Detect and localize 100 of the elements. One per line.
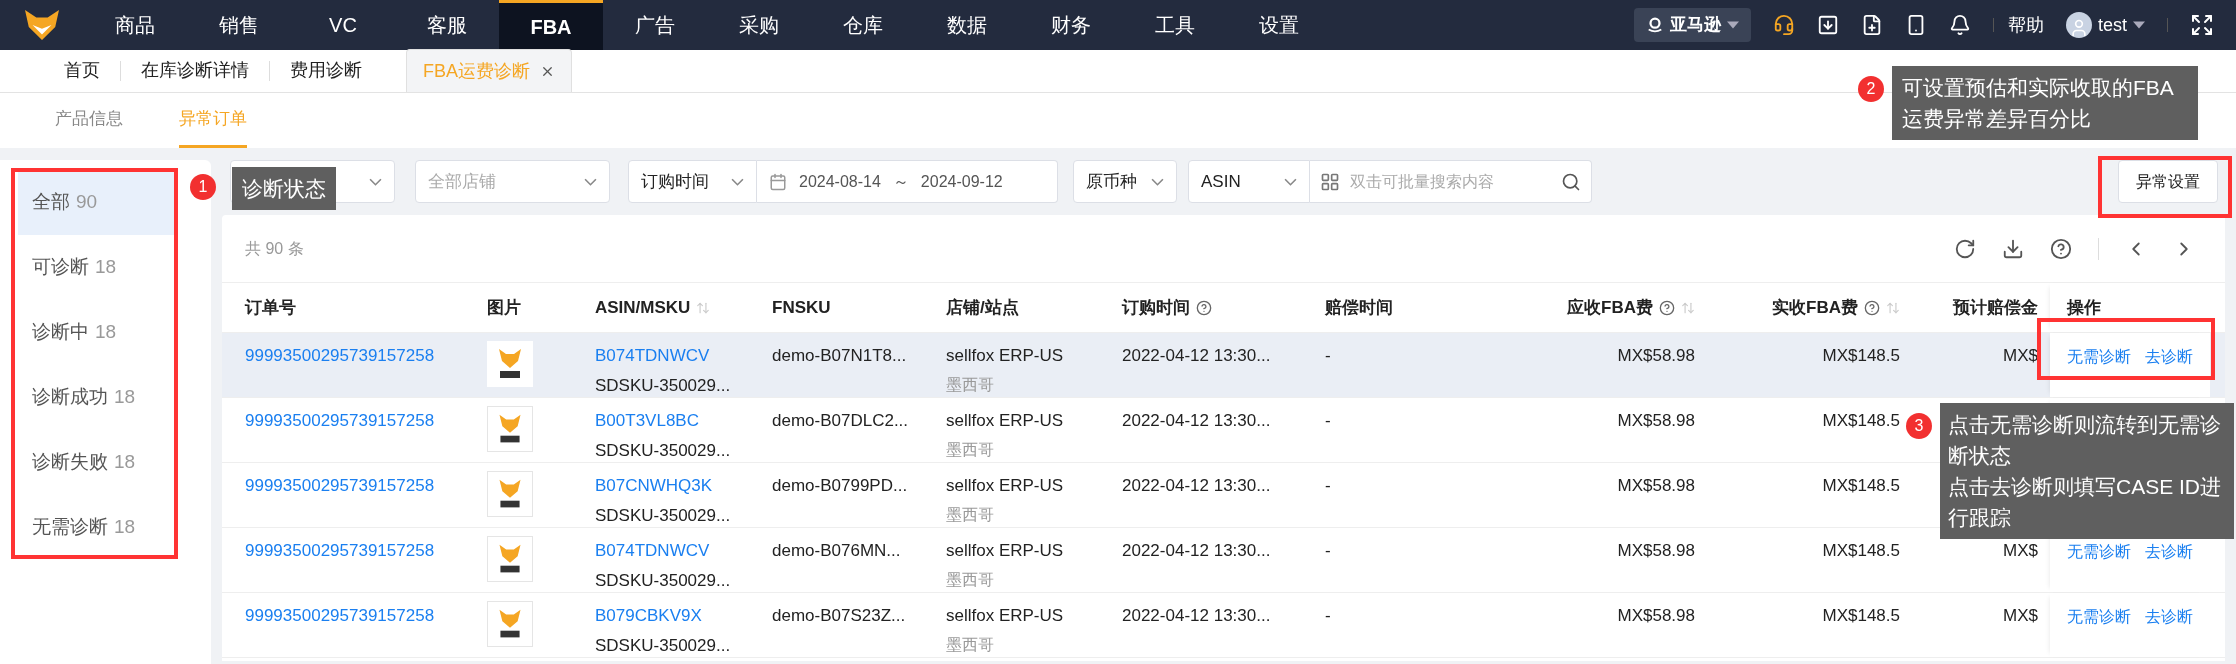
nav-item[interactable]: VC bbox=[291, 0, 395, 50]
asin-link[interactable]: B07CNWHQ3K bbox=[595, 473, 772, 499]
caret-icon bbox=[1727, 21, 1739, 29]
nav-item[interactable]: 客服 bbox=[395, 0, 499, 50]
compensation-amount: MX$ bbox=[2003, 540, 2038, 562]
nav-item[interactable]: 销售 bbox=[187, 0, 291, 50]
status-count: 90 bbox=[76, 190, 98, 215]
status-item[interactable]: 诊断中 18 bbox=[18, 300, 177, 365]
action-link[interactable]: 去诊断 bbox=[2145, 540, 2193, 564]
help-link[interactable]: 帮助 bbox=[2008, 11, 2044, 39]
shop-name: sellfox ERP-US bbox=[946, 605, 1065, 627]
nav-item[interactable]: FBA bbox=[499, 0, 603, 50]
refresh-icon[interactable] bbox=[1954, 237, 1976, 260]
currency-select[interactable]: 原币种 bbox=[1073, 160, 1177, 203]
msku-text: SDSKU-350029... bbox=[595, 439, 732, 462]
anomaly-settings-button[interactable]: 异常设置 bbox=[2118, 160, 2218, 203]
actual-fee: MX$148.5 bbox=[1822, 605, 1900, 627]
site-name: 墨西哥 bbox=[946, 374, 995, 395]
fnsku-text: demo-B07S23Z... bbox=[772, 605, 907, 627]
status-label: 诊断失败 bbox=[32, 450, 108, 475]
actual-fee: MX$148.5 bbox=[1822, 475, 1900, 497]
nav-item[interactable]: 数据 bbox=[915, 0, 1019, 50]
search-input[interactable]: 双击可批量搜索内容 bbox=[1350, 169, 1551, 194]
nav-item[interactable]: 设置 bbox=[1227, 0, 1331, 50]
nav-item[interactable]: 商品 bbox=[83, 0, 187, 50]
page-tab[interactable]: 在库诊断详情 bbox=[121, 49, 269, 92]
shop-name: sellfox ERP-US bbox=[946, 475, 1065, 497]
asin-link[interactable]: B074TDNWCV bbox=[595, 538, 772, 564]
order-time: 2022-04-12 13:30... bbox=[1122, 410, 1272, 432]
caret-icon bbox=[2133, 21, 2145, 29]
table-row[interactable]: 99993500295739157258 B079CBKV9X SDSKU-350029... demo-B07S23Z... sellfox ERP-US 墨西哥 2022-04-12 13:30... - MX$58.98 MX$148.5 MX$ 无需诊断 去诊断 bbox=[222, 593, 2225, 658]
download-icon[interactable] bbox=[1817, 14, 1839, 36]
date-type-select[interactable]: 订购时间 bbox=[628, 160, 757, 203]
compensation-time: - bbox=[1325, 605, 1332, 627]
order-time: 2022-04-12 13:30... bbox=[1122, 540, 1272, 562]
download-icon[interactable] bbox=[2002, 237, 2024, 260]
chevron-down-icon bbox=[369, 177, 382, 186]
table-row[interactable]: 99993500295739157258 B074TDNWCV SDSKU-350029... demo-B07N1T8... sellfox ERP-US 墨西哥 2022-04-12 13:30... - MX$58.98 MX$148.5 MX$ 无需诊断 去诊断 bbox=[222, 333, 2225, 398]
search-field[interactable]: 双击可批量搜索内容 bbox=[1310, 160, 1592, 203]
order-time: 2022-04-12 13:30... bbox=[1122, 345, 1272, 367]
user-menu[interactable]: test bbox=[2066, 11, 2145, 39]
shop-name: sellfox ERP-US bbox=[946, 410, 1065, 432]
order-time: 2022-04-12 13:30... bbox=[1122, 475, 1272, 497]
compensation-time: - bbox=[1325, 540, 1332, 562]
action-link[interactable]: 去诊断 bbox=[2145, 605, 2193, 629]
nav-item[interactable]: 财务 bbox=[1019, 0, 1123, 50]
search-icon[interactable] bbox=[1561, 171, 1581, 192]
compensation-time: - bbox=[1325, 475, 1332, 497]
status-count: 18 bbox=[95, 320, 117, 345]
msku-text: SDSKU-350029... bbox=[595, 634, 732, 657]
compensation-amount: MX$ bbox=[2003, 605, 2038, 627]
due-fee: MX$58.98 bbox=[1617, 540, 1695, 562]
column-header: 应收FBA费 bbox=[1567, 296, 1653, 319]
help-icon[interactable] bbox=[2050, 237, 2072, 260]
order-number-link[interactable]: 99993500295739157258 bbox=[245, 473, 487, 499]
due-fee: MX$58.98 bbox=[1617, 345, 1695, 367]
due-fee: MX$58.98 bbox=[1617, 410, 1695, 432]
chevron-down-icon bbox=[731, 177, 744, 186]
order-number-link[interactable]: 99993500295739157258 bbox=[245, 538, 487, 564]
fnsku-text: demo-B07N1T8... bbox=[772, 345, 908, 367]
status-label: 诊断成功 bbox=[32, 385, 108, 410]
asin-link[interactable]: B079CBKV9X bbox=[595, 603, 772, 629]
asin-link[interactable]: B00T3VL8BC bbox=[595, 408, 772, 434]
status-item[interactable]: 诊断成功 18 bbox=[18, 365, 177, 430]
logo-icon bbox=[22, 8, 61, 42]
date-range-field[interactable]: 2024-08-14 ～ 2024-09-12 bbox=[757, 160, 1058, 203]
action-link[interactable]: 无需诊断 bbox=[2067, 605, 2131, 629]
platform-dropdown[interactable]: 亚马逊 bbox=[1634, 8, 1751, 42]
action-link[interactable]: 无需诊断 bbox=[2067, 345, 2131, 369]
nav-item[interactable]: 工具 bbox=[1123, 0, 1227, 50]
action-link[interactable]: 无需诊断 bbox=[2067, 540, 2131, 564]
nav-item[interactable]: 采购 bbox=[707, 0, 811, 50]
status-count: 18 bbox=[114, 385, 136, 410]
status-count: 18 bbox=[114, 450, 136, 475]
headset-icon[interactable] bbox=[1773, 14, 1795, 36]
column-header: 订购时间 bbox=[1122, 296, 1190, 319]
annotation-text: 诊断状态 bbox=[242, 176, 326, 202]
sub-tab[interactable]: 产品信息 bbox=[55, 93, 123, 148]
help-icon[interactable] bbox=[1864, 299, 1880, 316]
status-item[interactable]: 可诊断 18 bbox=[18, 235, 177, 300]
fullscreen-icon[interactable] bbox=[2190, 13, 2214, 37]
step-number-badge: 1 bbox=[190, 174, 216, 200]
status-item[interactable]: 无需诊断 18 bbox=[18, 495, 177, 560]
status-item[interactable]: 诊断失败 18 bbox=[18, 430, 177, 495]
order-number-link[interactable]: 99993500295739157258 bbox=[245, 603, 487, 629]
site-name: 墨西哥 bbox=[946, 504, 995, 525]
action-link[interactable]: 去诊断 bbox=[2145, 345, 2193, 369]
bell-icon[interactable] bbox=[1949, 14, 1971, 36]
page-tab[interactable]: 首页 bbox=[44, 49, 120, 92]
help-icon[interactable] bbox=[1196, 299, 1212, 316]
document-plus-icon[interactable] bbox=[1861, 14, 1883, 36]
nav-item[interactable]: 仓库 bbox=[811, 0, 915, 50]
order-number-link[interactable]: 99993500295739157258 bbox=[245, 408, 487, 434]
fnsku-text: demo-B0799PD... bbox=[772, 475, 909, 497]
nav-item[interactable]: 广告 bbox=[603, 0, 707, 50]
search-type-select[interactable]: ASIN bbox=[1188, 160, 1310, 203]
order-time: 2022-04-12 13:30... bbox=[1122, 605, 1272, 627]
status-item[interactable]: 全部 90 bbox=[18, 170, 177, 235]
help-icon[interactable] bbox=[1659, 299, 1675, 316]
page-tab[interactable]: 费用诊断 bbox=[270, 49, 382, 92]
